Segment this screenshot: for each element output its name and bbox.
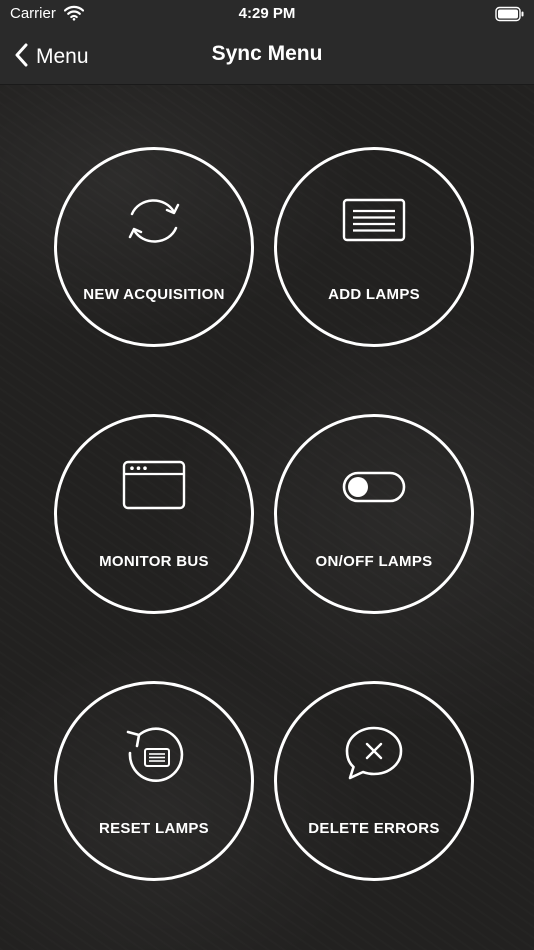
monitor-bus-button[interactable]: MONITOR BUS	[54, 414, 254, 614]
monitor-bus-label: MONITOR BUS	[99, 553, 209, 570]
on-off-lamps-button[interactable]: ON/OFF LAMPS	[274, 414, 474, 614]
reset-lamps-button[interactable]: RESET LAMPS	[54, 681, 254, 881]
navigation-bar: Menu Sync Menu	[0, 30, 534, 85]
delete-errors-label: DELETE ERRORS	[308, 820, 440, 837]
reset-icon	[121, 726, 187, 791]
page-title: Sync Menu	[211, 42, 323, 65]
status-time: 4:29 PM	[238, 5, 296, 22]
add-lamps-label: ADD LAMPS	[328, 286, 420, 303]
window-icon	[121, 459, 187, 518]
status-bar: Carrier 4:29 PM	[0, 0, 534, 30]
new-acquisition-button[interactable]: NEW ACQUISITION	[54, 147, 254, 347]
chat-delete-icon	[341, 726, 407, 791]
on-off-lamps-label: ON/OFF LAMPS	[315, 553, 433, 570]
list-icon	[341, 192, 407, 250]
battery-icon	[495, 6, 525, 27]
reset-lamps-label: RESET LAMPS	[99, 820, 209, 837]
delete-errors-button[interactable]: DELETE ERRORS	[274, 681, 474, 881]
sync-icon	[121, 192, 187, 257]
toggle-icon	[341, 459, 407, 514]
new-acquisition-label: NEW ACQUISITION	[83, 286, 225, 303]
add-lamps-button[interactable]: ADD LAMPS	[274, 147, 474, 347]
